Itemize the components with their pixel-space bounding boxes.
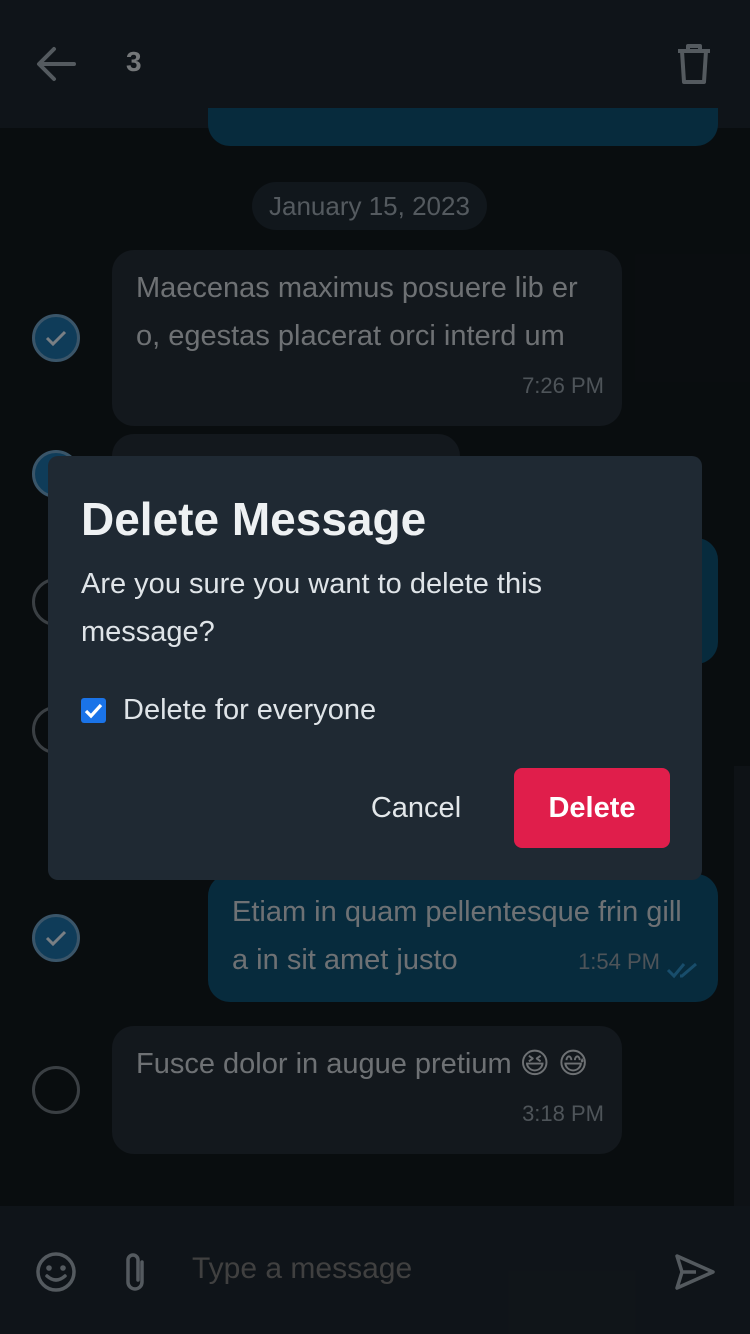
checkbox-label: Delete for everyone bbox=[123, 694, 377, 726]
dialog-message: Are you sure you want to delete this mes… bbox=[81, 568, 543, 648]
check-icon bbox=[84, 703, 103, 719]
dialog-title: Delete Message bbox=[81, 493, 427, 545]
chat-screen: 3 January 15, 2023 Maecenas maximus posu… bbox=[0, 0, 750, 1334]
cancel-button[interactable]: Cancel bbox=[356, 768, 476, 848]
delete-for-everyone-row[interactable]: Delete for everyone bbox=[81, 694, 376, 727]
delete-message-dialog: Delete Message Are you sure you want to … bbox=[48, 456, 702, 880]
delete-button[interactable]: Delete bbox=[514, 768, 670, 848]
delete-for-everyone-checkbox[interactable] bbox=[81, 698, 106, 723]
